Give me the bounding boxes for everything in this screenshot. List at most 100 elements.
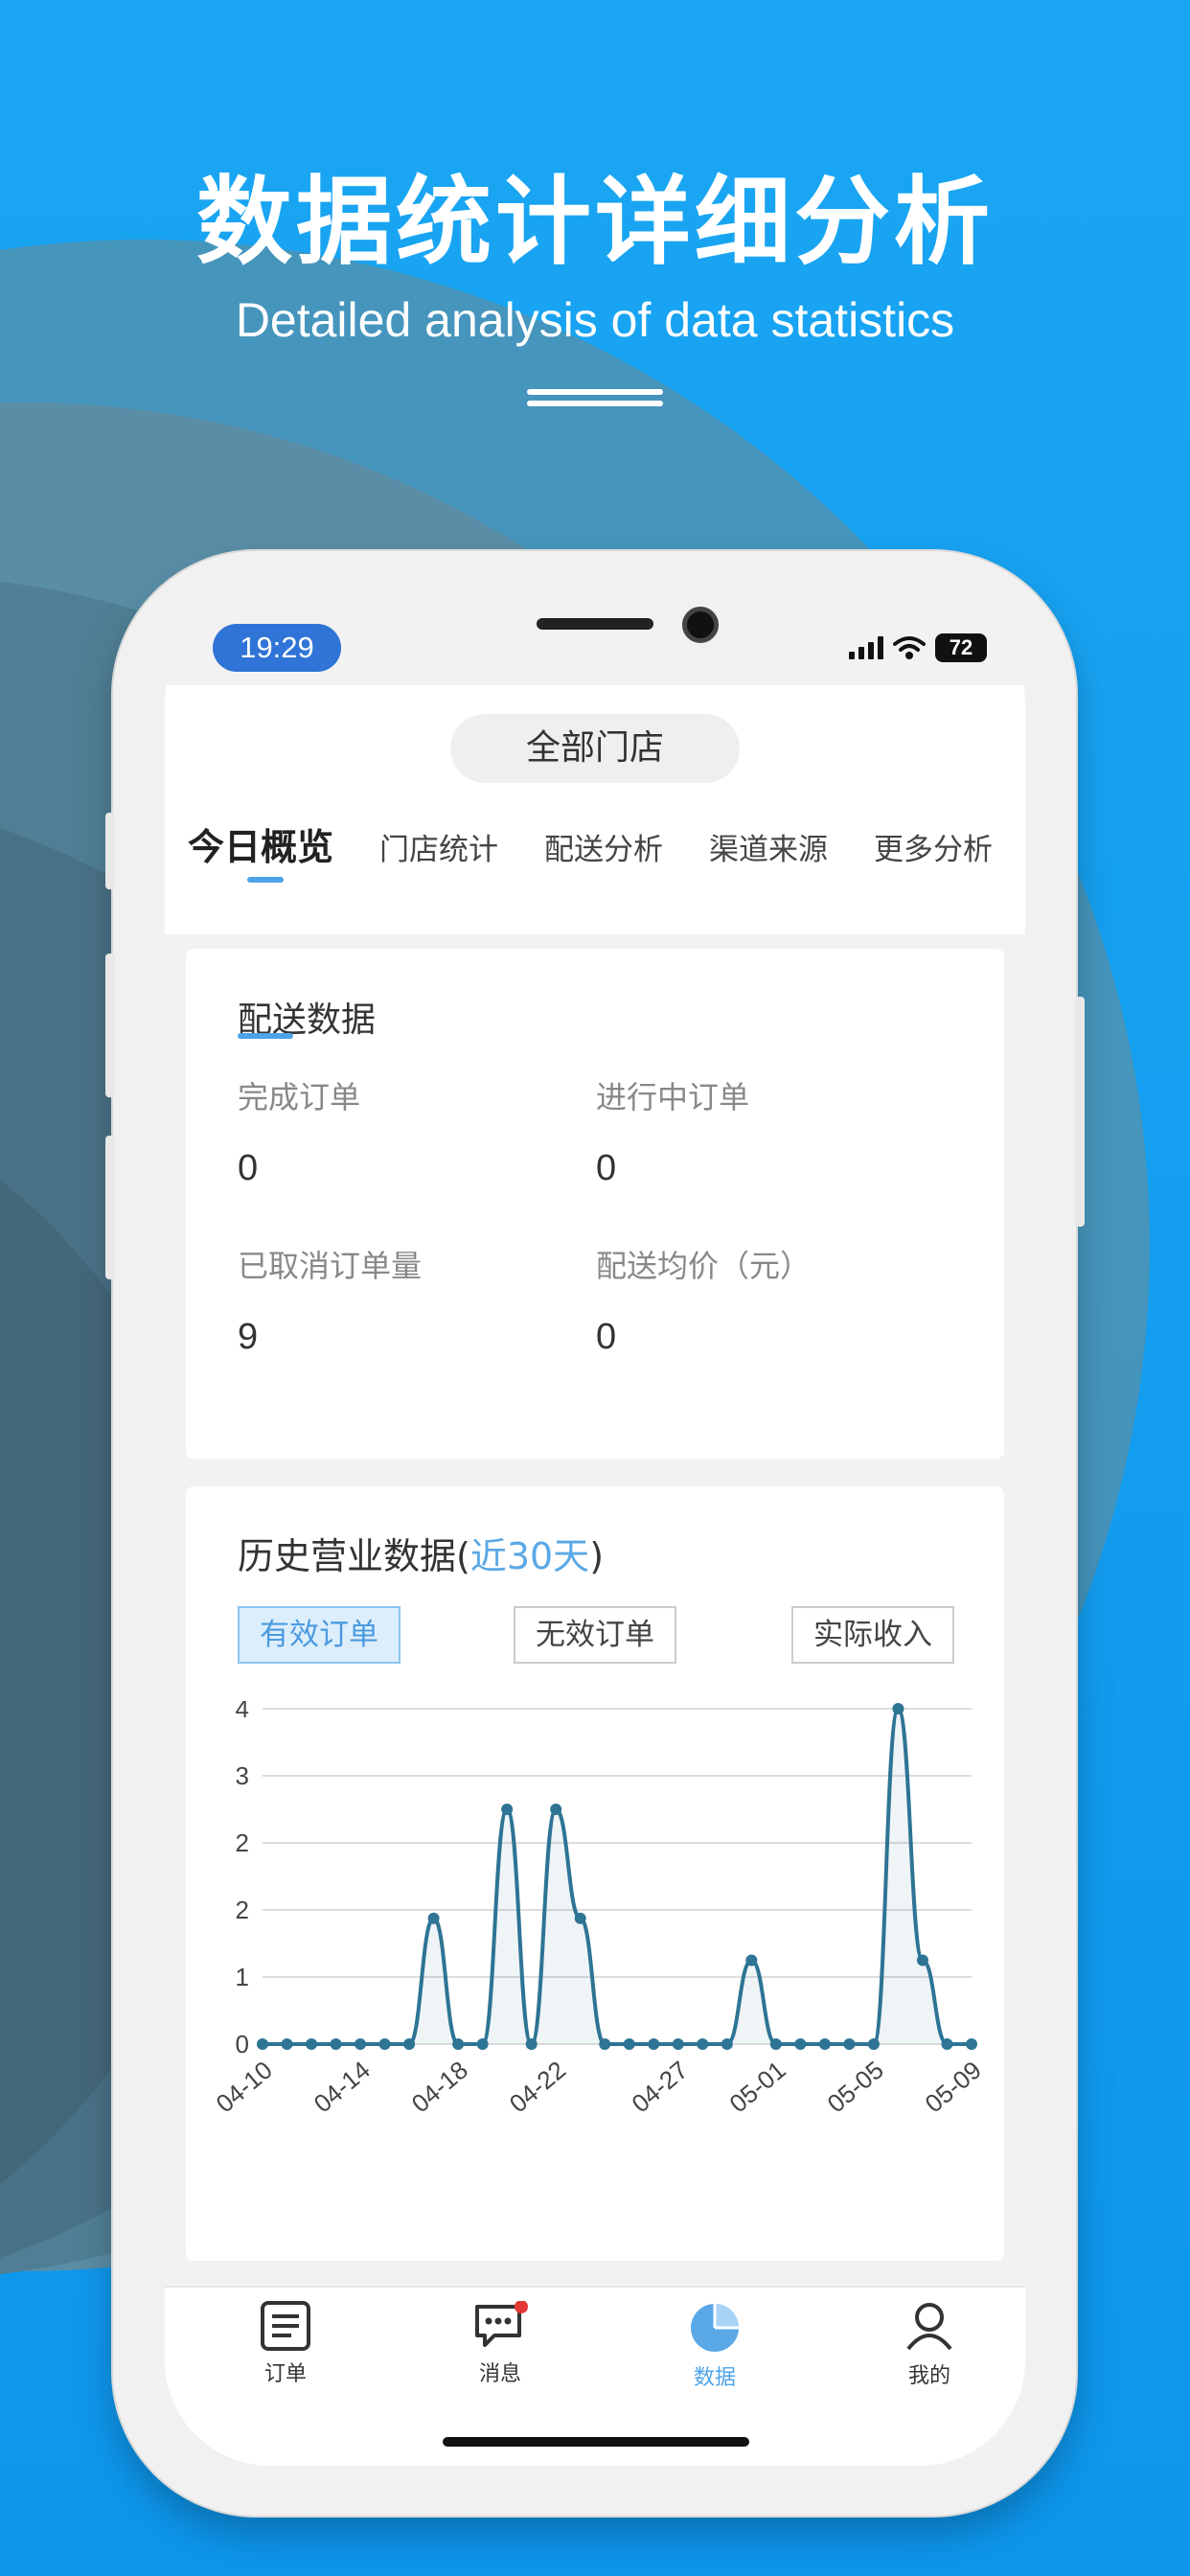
phone-volume-down bbox=[105, 1136, 115, 1279]
x-tick-label: 04-14 bbox=[309, 2056, 376, 2113]
data-point bbox=[867, 2038, 880, 2050]
tab-channel-source[interactable]: 渠道来源 bbox=[709, 825, 828, 868]
cancelled-orders-label: 已取消订单量 bbox=[238, 1248, 423, 1284]
x-tick-label: 05-01 bbox=[723, 2056, 790, 2113]
phone-power-button bbox=[1075, 997, 1085, 1227]
battery-icon: 72 bbox=[935, 633, 987, 662]
nav-orders-label: 订单 bbox=[263, 2362, 307, 2386]
invalid-orders-button[interactable]: 无效订单 bbox=[514, 1606, 676, 1664]
previous-card-edge bbox=[186, 886, 1004, 917]
data-point bbox=[623, 2038, 635, 2050]
data-point bbox=[648, 2038, 660, 2050]
data-point bbox=[427, 1912, 440, 1924]
y-tick-label: 4 bbox=[236, 1701, 249, 1723]
avg-delivery-price-value: 0 bbox=[596, 1317, 617, 1357]
valid-orders-button[interactable]: 有效订单 bbox=[238, 1606, 400, 1664]
delivery-card: 配送数据 完成订单 0 进行中订单 0 已取消订单量 9 配送均价（元） 0 bbox=[186, 949, 1004, 1459]
in-progress-orders-value: 0 bbox=[596, 1148, 617, 1188]
series-area bbox=[263, 1709, 972, 2044]
nav-data-label: 数据 bbox=[693, 2366, 736, 2390]
tab-delivery-analysis[interactable]: 配送分析 bbox=[544, 825, 663, 868]
y-tick-label: 2 bbox=[236, 1828, 249, 1857]
data-point bbox=[599, 2038, 611, 2050]
tab-indicator bbox=[247, 877, 284, 883]
data-point bbox=[672, 2038, 684, 2050]
message-icon bbox=[475, 2300, 528, 2347]
data-point bbox=[550, 1804, 562, 1815]
data-point bbox=[525, 2038, 538, 2050]
hero-divider bbox=[527, 389, 663, 412]
data-point bbox=[966, 2038, 977, 2050]
nav-profile-label: 我的 bbox=[907, 2364, 950, 2388]
data-point bbox=[574, 1912, 586, 1924]
series-line bbox=[263, 1706, 972, 2047]
data-point bbox=[769, 2038, 782, 2050]
order-icon bbox=[261, 2301, 310, 2351]
y-tick-label: 1 bbox=[236, 1963, 249, 1991]
data-point bbox=[330, 2038, 342, 2050]
nav-messages[interactable]: 消息 bbox=[443, 2300, 558, 2387]
y-tick-label: 2 bbox=[236, 1896, 249, 1924]
store-selector[interactable]: 全部门店 bbox=[450, 714, 740, 783]
signal-icon bbox=[849, 636, 883, 659]
tab-today-overview[interactable]: 今日概览 bbox=[188, 817, 333, 870]
status-time: 19:29 bbox=[213, 624, 341, 672]
y-tick-label: 0 bbox=[236, 2030, 249, 2058]
home-indicator bbox=[443, 2437, 749, 2447]
data-point bbox=[916, 1954, 928, 1966]
hero-subtitle: Detailed analysis of data statistics bbox=[235, 293, 955, 347]
data-point bbox=[403, 2038, 416, 2050]
data-point bbox=[281, 2038, 293, 2050]
status-icons: 72 bbox=[849, 633, 987, 662]
hero-title: 数据统计详细分析 bbox=[196, 166, 994, 278]
x-tick-label: 04-22 bbox=[504, 2056, 571, 2113]
phone-mute-switch bbox=[105, 813, 115, 889]
phone-volume-up bbox=[105, 954, 115, 1097]
data-point bbox=[697, 2038, 709, 2050]
nav-orders[interactable]: 订单 bbox=[228, 2301, 343, 2387]
completed-orders-value: 0 bbox=[238, 1148, 259, 1188]
tab-bar: 今日概览 门店统计 配送分析 渠道来源 更多分析 bbox=[188, 817, 1025, 870]
y-tick-label: 3 bbox=[236, 1761, 249, 1790]
data-point bbox=[892, 1703, 904, 1714]
data-point bbox=[818, 2038, 831, 2050]
data-point bbox=[378, 2038, 391, 2050]
x-tick-label: 04-10 bbox=[211, 2056, 278, 2113]
x-tick-label: 04-18 bbox=[406, 2056, 473, 2113]
data-point bbox=[941, 2038, 953, 2050]
nav-data[interactable]: 数据 bbox=[657, 2301, 772, 2391]
message-badge bbox=[515, 2300, 528, 2313]
nav-messages-label: 消息 bbox=[478, 2362, 521, 2386]
x-tick-label: 04-27 bbox=[626, 2056, 693, 2113]
title-underline bbox=[238, 1033, 293, 1039]
tab-more-analysis[interactable]: 更多分析 bbox=[874, 825, 993, 868]
phone-screen: 19:29 72 全部门店 今日概览 门店统计 配送分析 渠道来源 更多分析 配… bbox=[165, 599, 1025, 2466]
pie-chart-icon bbox=[691, 2304, 739, 2352]
notch bbox=[355, 599, 835, 674]
avg-delivery-price-label: 配送均价（元） bbox=[596, 1248, 812, 1284]
x-tick-label: 05-05 bbox=[822, 2056, 889, 2113]
wifi-icon bbox=[893, 636, 926, 659]
history-line-chart: 0 1 2 2 3 4 04-10 04-14 04-18 04-22 04-27 05-01 05-0… bbox=[211, 1701, 987, 2113]
nav-profile[interactable]: 我的 bbox=[872, 2301, 987, 2389]
history-period: 近30天 bbox=[469, 1535, 590, 1577]
data-point bbox=[745, 1954, 758, 1966]
tab-store-stats[interactable]: 门店统计 bbox=[379, 825, 498, 868]
history-title: 历史营业数据(近30天) bbox=[238, 1535, 605, 1577]
data-point bbox=[501, 1804, 514, 1815]
actual-income-button[interactable]: 实际收入 bbox=[791, 1606, 954, 1664]
data-point bbox=[257, 2038, 268, 2050]
data-point bbox=[794, 2038, 807, 2050]
data-point bbox=[355, 2038, 367, 2050]
profile-icon bbox=[906, 2303, 952, 2351]
data-point bbox=[721, 2038, 733, 2050]
data-point bbox=[843, 2038, 856, 2050]
data-point bbox=[306, 2038, 318, 2050]
camera-icon bbox=[682, 607, 719, 643]
in-progress-orders-label: 进行中订单 bbox=[596, 1079, 750, 1116]
data-point bbox=[476, 2038, 489, 2050]
x-tick-label: 05-09 bbox=[920, 2056, 987, 2113]
completed-orders-label: 完成订单 bbox=[238, 1079, 361, 1116]
data-point bbox=[452, 2038, 465, 2050]
cancelled-orders-value: 9 bbox=[238, 1317, 259, 1357]
